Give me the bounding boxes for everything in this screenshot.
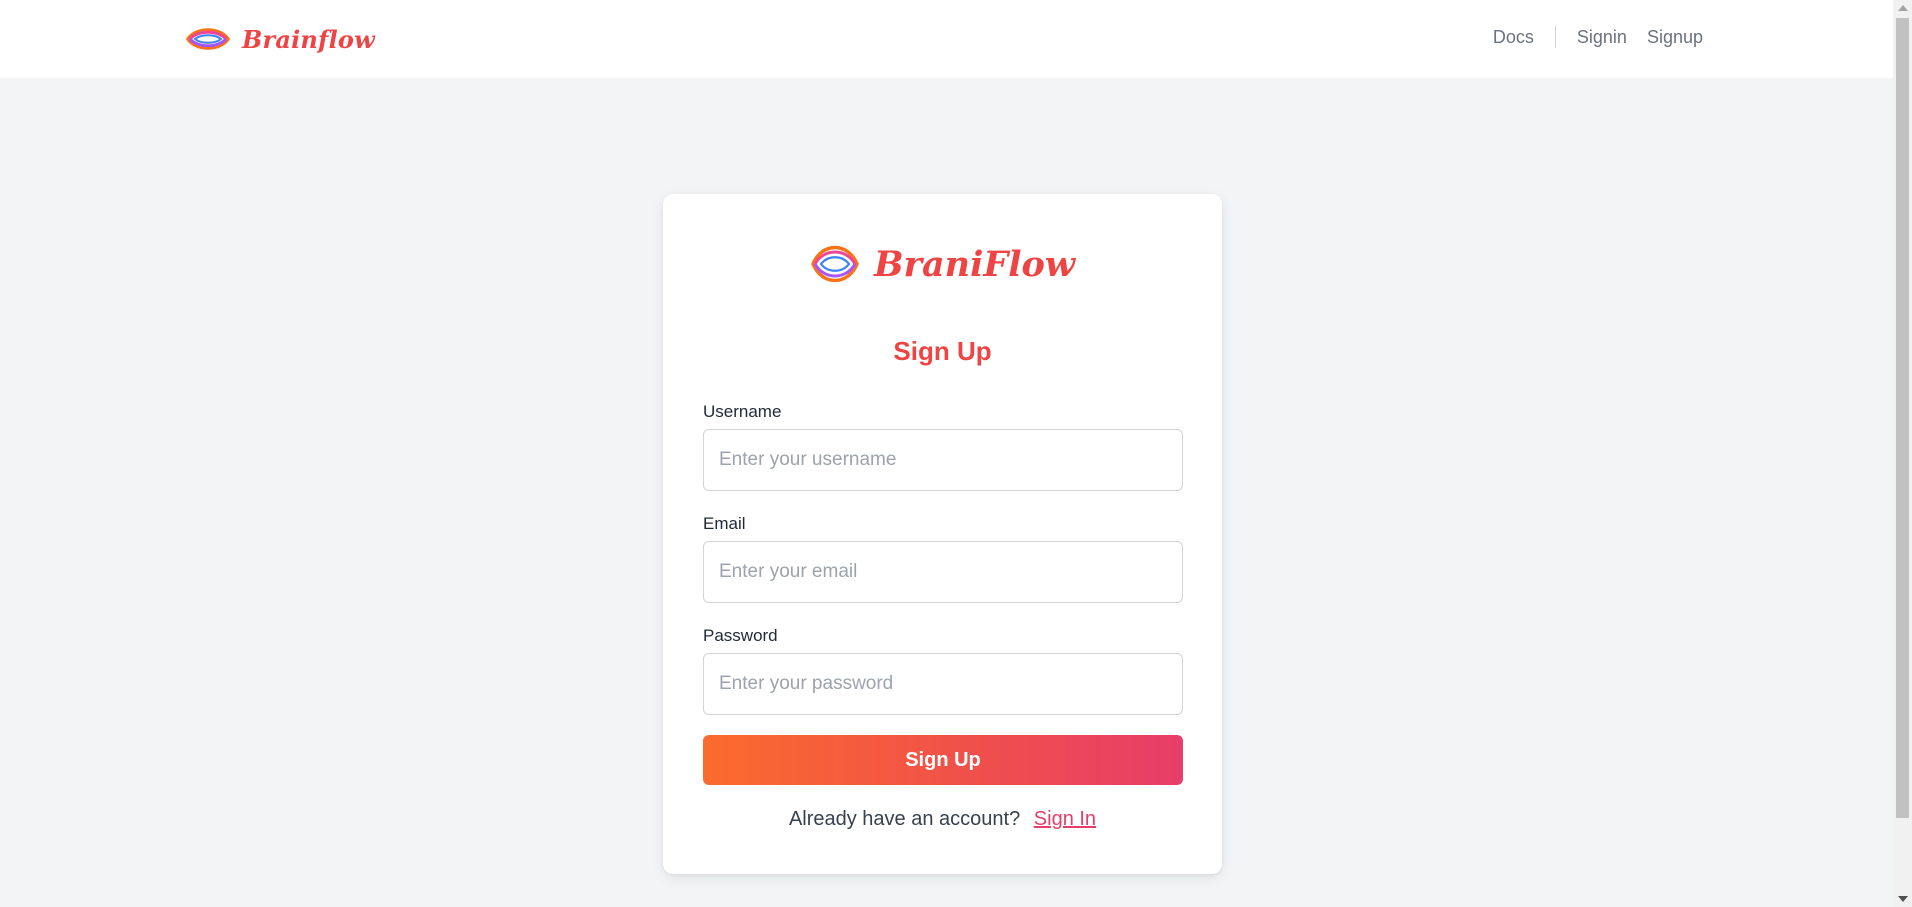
signin-prompt: Already have an account? Sign In	[663, 808, 1222, 831]
nav-signin-link[interactable]: Signin	[1577, 27, 1627, 48]
signup-button[interactable]: Sign Up	[703, 735, 1183, 785]
top-navbar: Brainflow Docs Signin Signup	[0, 0, 1893, 78]
header-nav: Docs Signin Signup	[1493, 26, 1703, 48]
brainflow-logo-icon	[186, 28, 230, 50]
header-brand[interactable]: Brainflow	[186, 20, 375, 58]
nav-divider	[1554, 26, 1556, 48]
page-scrollbar[interactable]	[1893, 0, 1912, 907]
email-label: Email	[703, 514, 746, 533]
scroll-thumb[interactable]	[1896, 18, 1909, 818]
signup-card: BraniFlow Sign Up Username Email Passwor…	[663, 194, 1222, 874]
scroll-down-icon[interactable]	[1898, 896, 1908, 902]
password-label: Password	[703, 626, 778, 645]
nav-signup-link[interactable]: Signup	[1647, 27, 1703, 48]
signin-link[interactable]: Sign In	[1034, 808, 1096, 830]
page-title: Sign Up	[893, 336, 992, 366]
nav-docs-link[interactable]: Docs	[1493, 27, 1534, 48]
scroll-up-icon[interactable]	[1898, 5, 1908, 11]
signin-prompt-text: Already have an account?	[788, 808, 1021, 830]
username-input[interactable]	[703, 429, 1183, 491]
brainflow-logo-icon	[811, 245, 859, 283]
username-label: Username	[703, 402, 782, 421]
email-input[interactable]	[703, 541, 1183, 603]
card-brand-name: BraniFlow	[873, 243, 1076, 285]
header-brand-name: Brainflow	[242, 24, 375, 54]
card-brand: BraniFlow	[663, 240, 1222, 288]
password-input[interactable]	[703, 653, 1183, 715]
